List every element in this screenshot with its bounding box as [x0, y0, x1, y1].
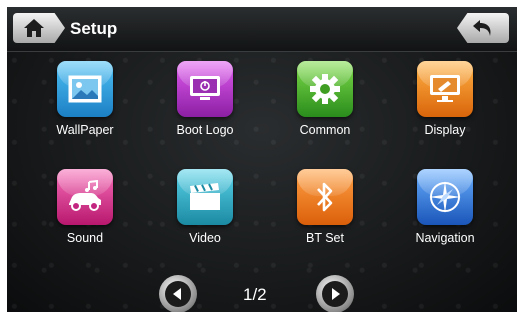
app-navigation[interactable]: Navigation — [390, 169, 500, 245]
app-label: Common — [299, 123, 351, 137]
triangle-right-icon — [332, 288, 340, 300]
home-icon — [24, 19, 44, 37]
app-boot-logo[interactable]: Boot Logo — [150, 61, 260, 137]
back-button[interactable] — [457, 13, 509, 43]
pager: 1/2 — [7, 272, 517, 312]
wallpaper-icon — [57, 61, 113, 117]
app-sound[interactable]: Sound — [30, 169, 140, 245]
page-title: Setup — [70, 19, 118, 38]
page-indicator: 1/2 — [243, 285, 267, 304]
gear-icon — [297, 61, 353, 117]
display-icon — [417, 61, 473, 117]
app-display[interactable]: Display — [390, 61, 500, 137]
app-label: Video — [189, 231, 221, 245]
back-arrow-icon — [473, 20, 491, 36]
app-label: Boot Logo — [176, 123, 234, 137]
next-page-button[interactable] — [316, 275, 354, 312]
bluetooth-icon — [297, 169, 353, 225]
compass-icon — [417, 169, 473, 225]
triangle-left-icon — [173, 288, 181, 300]
app-label: BT Set — [306, 231, 344, 245]
app-label: Sound — [66, 231, 104, 245]
app-video[interactable]: Video — [150, 169, 260, 245]
app-bt-set[interactable]: BT Set — [270, 169, 380, 245]
top-bar: Setup — [7, 7, 517, 52]
home-button[interactable] — [13, 13, 65, 43]
sound-icon — [57, 169, 113, 225]
video-icon — [177, 169, 233, 225]
app-label: Navigation — [415, 231, 475, 245]
setup-screen: Setup WallPaper Boot Logo Common Display… — [7, 7, 517, 312]
app-wallpaper[interactable]: WallPaper — [30, 61, 140, 137]
previous-page-button[interactable] — [159, 275, 197, 312]
app-label: WallPaper — [56, 123, 114, 137]
boot-logo-icon — [177, 61, 233, 117]
app-common[interactable]: Common — [270, 61, 380, 137]
app-label: Display — [424, 123, 466, 137]
